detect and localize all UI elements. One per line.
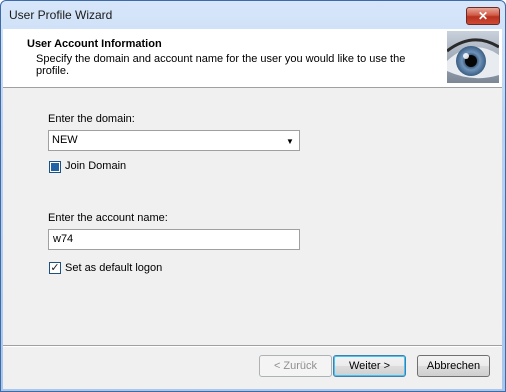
account-label: Enter the account name:	[48, 212, 168, 224]
wizard-window: User Profile Wizard ✕ User Account Infor…	[0, 0, 506, 392]
account-name-value: w74	[53, 233, 74, 245]
next-button-label: Weiter >	[348, 360, 391, 372]
title-bar[interactable]: User Profile Wizard ✕	[1, 1, 505, 29]
window-title: User Profile Wizard	[9, 8, 113, 22]
domain-select[interactable]: NEW ▼	[48, 130, 300, 151]
cancel-button-label: Abbrechen	[426, 360, 481, 372]
domain-label: Enter the domain:	[48, 113, 135, 125]
next-button[interactable]: Weiter >	[333, 355, 406, 377]
join-domain-label: Join Domain	[65, 160, 127, 172]
back-button-label: < Zurück	[273, 360, 318, 372]
cancel-button[interactable]: Abbrechen	[417, 355, 490, 377]
eye-image	[447, 31, 499, 83]
chevron-down-icon[interactable]: ▼	[284, 135, 296, 147]
close-button[interactable]: ✕	[466, 7, 500, 25]
domain-select-value: NEW	[52, 134, 78, 146]
account-name-field[interactable]: w74	[48, 229, 300, 250]
default-logon-label: Set as default logon	[65, 262, 163, 274]
wizard-header: User Account Information Specify the dom…	[3, 29, 502, 88]
default-logon-checkbox[interactable]: ✓	[49, 262, 61, 274]
checkmark-icon: ✓	[50, 262, 60, 274]
button-separator	[3, 345, 502, 347]
header-title: User Account Information	[27, 38, 162, 50]
dialog-client-area: User Account Information Specify the dom…	[3, 29, 502, 389]
back-button[interactable]: < Zurück	[259, 355, 332, 377]
join-domain-checkbox[interactable]	[49, 161, 61, 173]
header-subtitle: Specify the domain and account name for …	[36, 53, 406, 77]
close-icon: ✕	[477, 9, 489, 23]
